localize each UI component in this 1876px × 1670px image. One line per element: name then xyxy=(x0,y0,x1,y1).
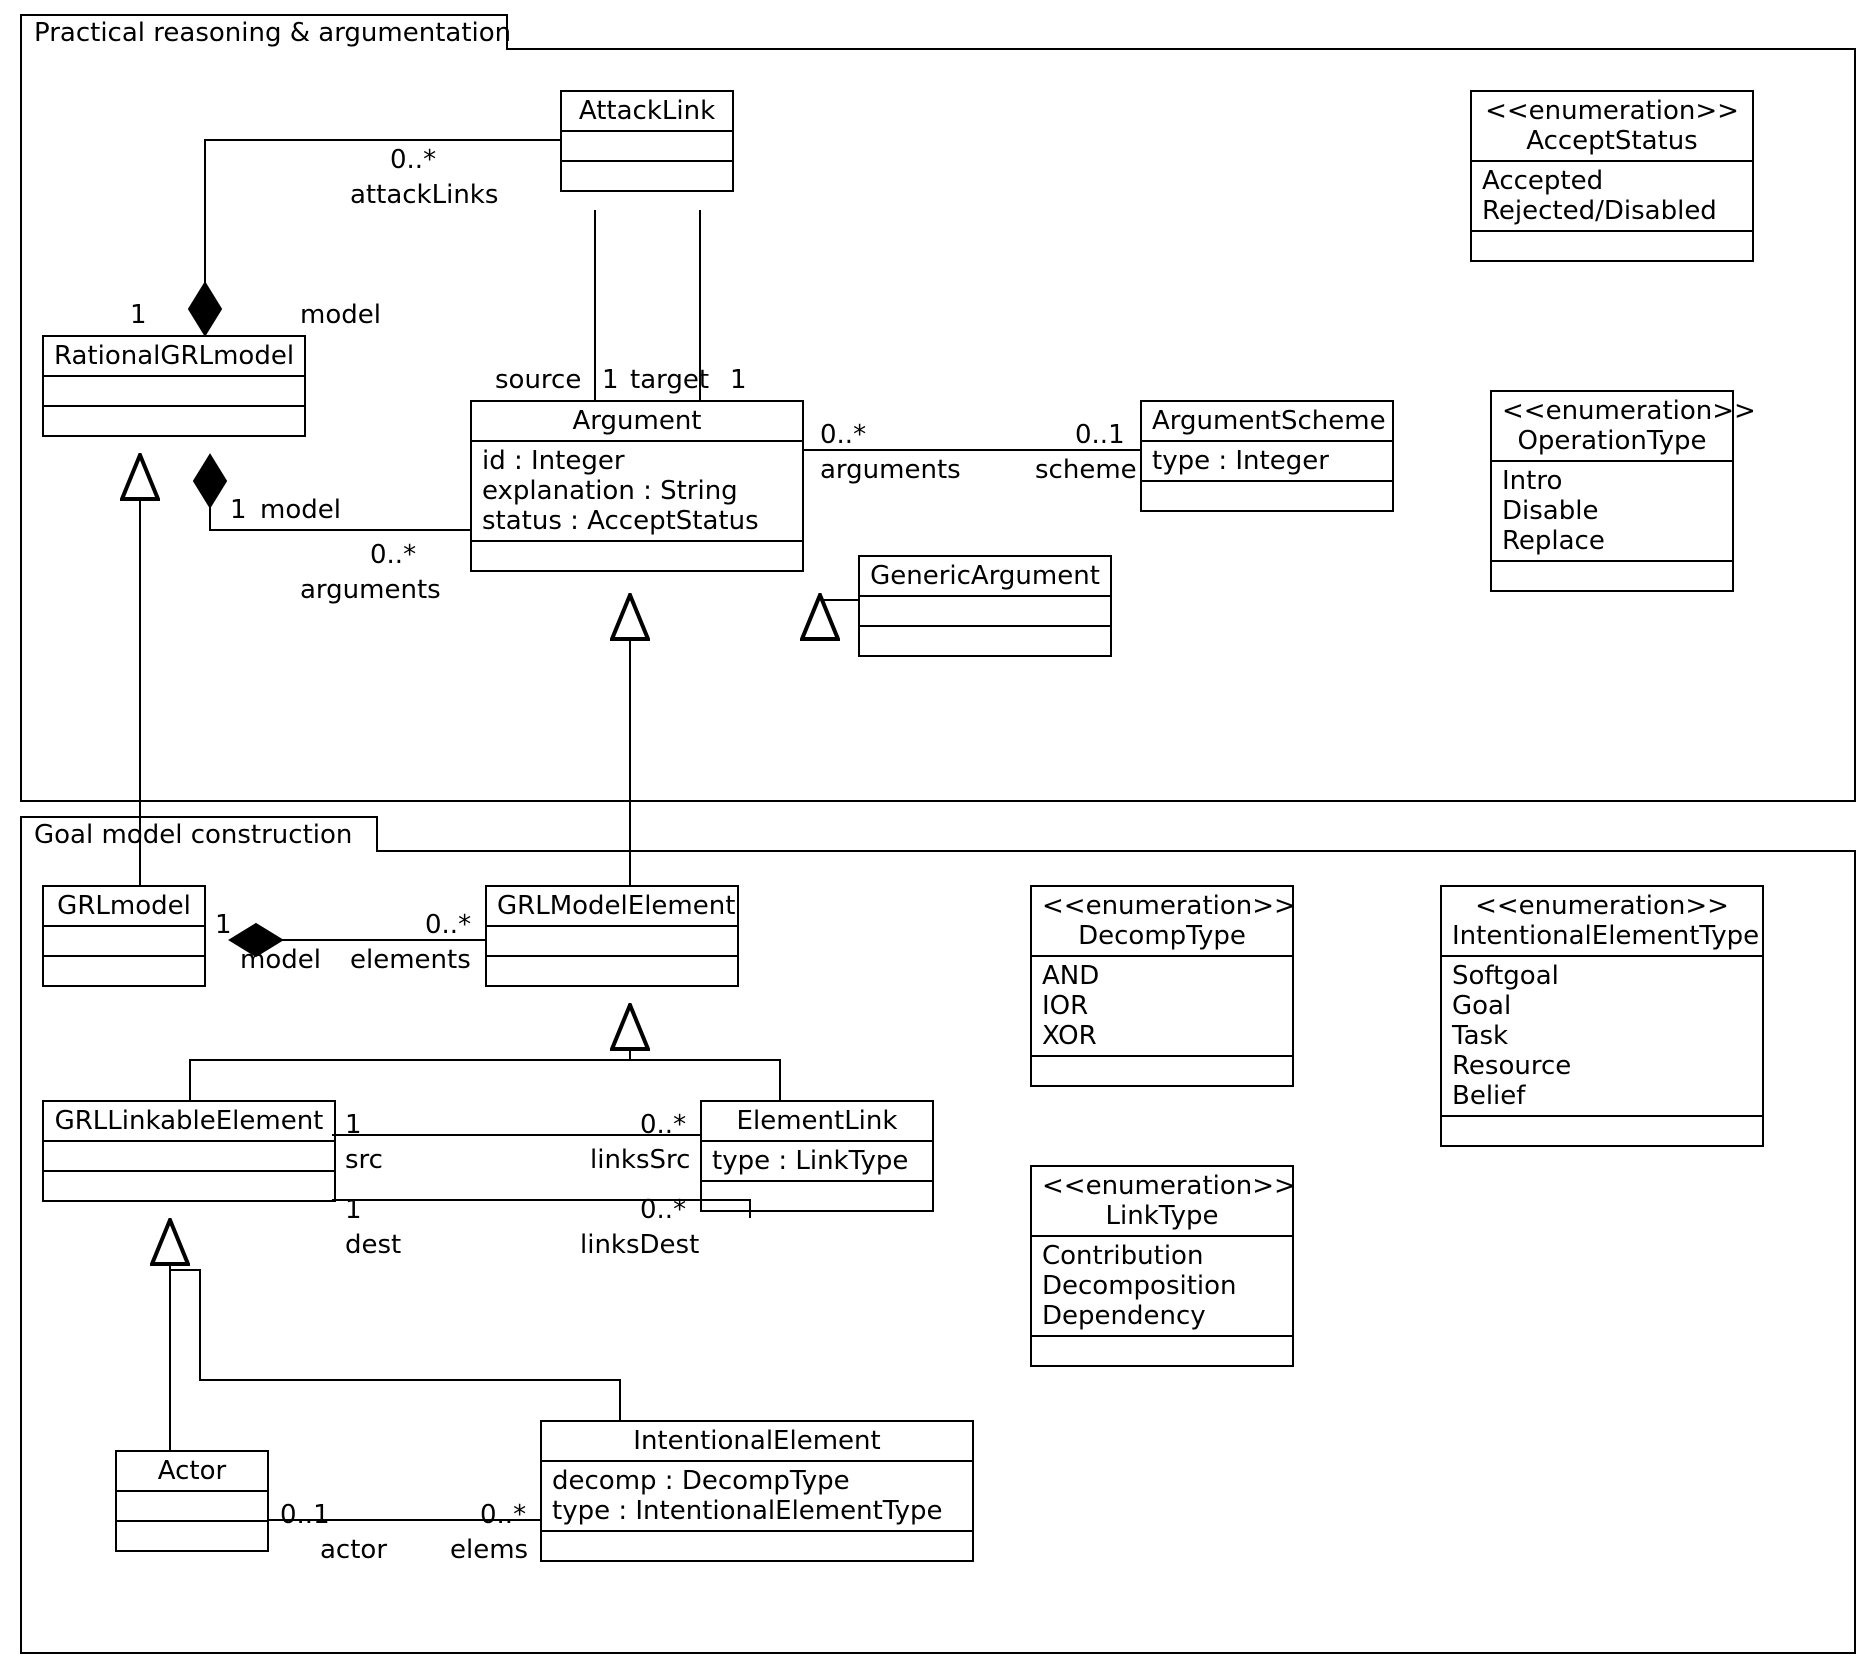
mult: 0..1 xyxy=(280,1500,330,1530)
class-actor: Actor xyxy=(115,1450,269,1552)
enum-val: Resource xyxy=(1452,1051,1752,1081)
attr: type : LinkType xyxy=(712,1146,922,1176)
mult: 0..1 xyxy=(1075,420,1125,450)
role: elems xyxy=(450,1535,528,1565)
enum-val: Goal xyxy=(1452,991,1752,1021)
attr: decomp : DecompType xyxy=(552,1466,962,1496)
enum-val: Task xyxy=(1452,1021,1752,1051)
enum-val: AND xyxy=(1042,961,1282,991)
mult: 0..* xyxy=(370,540,416,570)
class-grlmodel: GRLmodel xyxy=(42,885,206,987)
enum-operationtype: <<enumeration>> OperationType Intro Disa… xyxy=(1490,390,1734,592)
stereotype: <<enumeration>> xyxy=(1502,396,1722,426)
class-name: GRLmodel xyxy=(44,887,204,925)
mult: 1 xyxy=(345,1110,362,1140)
mult: 0..* xyxy=(640,1110,686,1140)
class-grlmodelelement: GRLModelElement xyxy=(485,885,739,987)
role: model xyxy=(300,300,381,330)
enum-linktype: <<enumeration>> LinkType Contribution De… xyxy=(1030,1165,1294,1367)
enum-val: Intro xyxy=(1502,466,1722,496)
class-attacklink: AttackLink xyxy=(560,90,734,192)
stereotype: <<enumeration>> xyxy=(1042,891,1282,921)
role: linksDest xyxy=(580,1230,699,1260)
class-name: DecompType xyxy=(1042,921,1282,951)
stereotype: <<enumeration>> xyxy=(1452,891,1752,921)
enum-val: Rejected/Disabled xyxy=(1482,196,1742,226)
stereotype: <<enumeration>> xyxy=(1042,1171,1282,1201)
enum-val: Disable xyxy=(1502,496,1722,526)
attr: type : Integer xyxy=(1152,446,1382,476)
class-name: IntentionalElement xyxy=(542,1422,972,1460)
enum-val: Dependency xyxy=(1042,1301,1282,1331)
attr: status : AcceptStatus xyxy=(482,506,792,536)
class-name: AcceptStatus xyxy=(1482,126,1742,156)
mult: 1 xyxy=(602,365,619,395)
class-name: IntentionalElementType xyxy=(1452,921,1752,951)
package-tab: Practical reasoning & argumentation xyxy=(20,14,508,50)
attr: type : IntentionalElementType xyxy=(552,1496,962,1526)
mult: 1 xyxy=(130,300,147,330)
enum-val: Replace xyxy=(1502,526,1722,556)
class-argumentscheme: ArgumentScheme type : Integer xyxy=(1140,400,1394,512)
role: source xyxy=(495,365,581,395)
role: arguments xyxy=(820,455,961,485)
mult: 1 xyxy=(345,1195,362,1225)
enum-intelemtype: <<enumeration>> IntentionalElementType S… xyxy=(1440,885,1764,1147)
stereotype: <<enumeration>> xyxy=(1482,96,1742,126)
role: arguments xyxy=(300,575,441,605)
enum-val: Contribution xyxy=(1042,1241,1282,1271)
class-name: Argument xyxy=(472,402,802,440)
enum-val: XOR xyxy=(1042,1021,1282,1051)
role: attackLinks xyxy=(350,180,498,210)
class-name: OperationType xyxy=(1502,426,1722,456)
mult: 0..* xyxy=(480,1500,526,1530)
mult: 1 xyxy=(730,365,747,395)
mult: 1 xyxy=(215,910,232,940)
enum-val: IOR xyxy=(1042,991,1282,1021)
class-name: GenericArgument xyxy=(860,557,1110,595)
class-grllinkable: GRLLinkableElement xyxy=(42,1100,336,1202)
role: model xyxy=(240,945,321,975)
enum-acceptstatus: <<enumeration>> AcceptStatus Accepted Re… xyxy=(1470,90,1754,262)
mult: 0..* xyxy=(820,420,866,450)
role: elements xyxy=(350,945,471,975)
class-name: AttackLink xyxy=(562,92,732,130)
class-name: GRLModelElement xyxy=(487,887,737,925)
attr: id : Integer xyxy=(482,446,792,476)
class-elementlink: ElementLink type : LinkType xyxy=(700,1100,934,1212)
class-name: ElementLink xyxy=(702,1102,932,1140)
class-genericargument: GenericArgument xyxy=(858,555,1112,657)
role: linksSrc xyxy=(590,1145,690,1175)
class-name: RationalGRLmodel xyxy=(44,337,304,375)
mult: 0..* xyxy=(425,910,471,940)
mult: 0..* xyxy=(390,145,436,175)
class-name: ArgumentScheme xyxy=(1142,402,1392,440)
enum-val: Accepted xyxy=(1482,166,1742,196)
enum-val: Softgoal xyxy=(1452,961,1752,991)
enum-decomptype: <<enumeration>> DecompType AND IOR XOR xyxy=(1030,885,1294,1087)
role: target xyxy=(630,365,709,395)
role: dest xyxy=(345,1230,401,1260)
role: actor xyxy=(320,1535,387,1565)
class-rationalgrlmodel: RationalGRLmodel xyxy=(42,335,306,437)
class-argument: Argument id : Integer explanation : Stri… xyxy=(470,400,804,572)
package-tab: Goal model construction xyxy=(20,816,378,852)
class-name: Actor xyxy=(117,1452,267,1490)
mult: 1 xyxy=(230,495,247,525)
class-name: LinkType xyxy=(1042,1201,1282,1231)
role: scheme xyxy=(1035,455,1137,485)
mult: 0..* xyxy=(640,1195,686,1225)
enum-val: Decomposition xyxy=(1042,1271,1282,1301)
class-intentionalelement: IntentionalElement decomp : DecompType t… xyxy=(540,1420,974,1562)
role: model xyxy=(260,495,341,525)
role: src xyxy=(345,1145,383,1175)
attr: explanation : String xyxy=(482,476,792,506)
class-name: GRLLinkableElement xyxy=(44,1102,334,1140)
enum-val: Belief xyxy=(1452,1081,1752,1111)
